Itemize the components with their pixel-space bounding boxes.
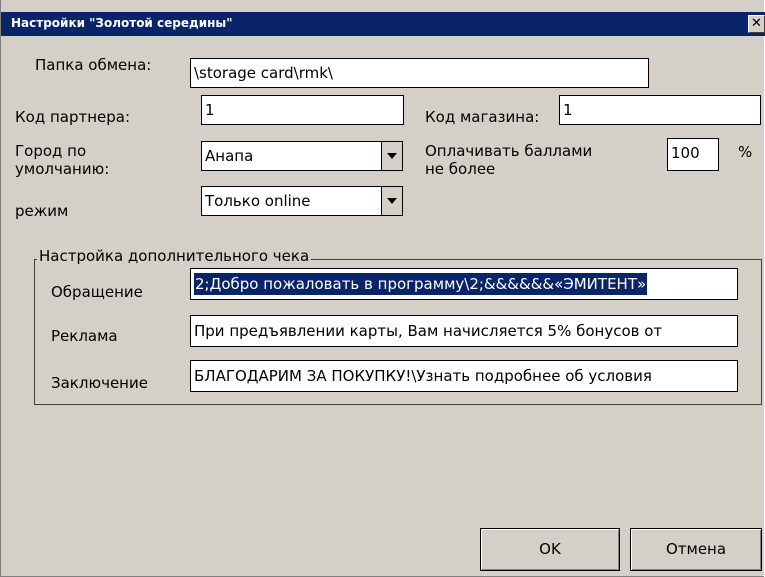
default-city-label-line1: Город по xyxy=(15,142,87,160)
exchange-folder-input[interactable]: \storage card\rmk\ xyxy=(190,58,649,88)
greeting-input[interactable]: 2;Добро пожаловать в программу\2;&&&&&&«… xyxy=(190,268,738,300)
default-city-select[interactable]: Анапа xyxy=(201,141,403,171)
chevron-down-icon[interactable] xyxy=(381,187,402,215)
closing-label: Заключение xyxy=(51,374,148,392)
store-code-input[interactable]: 1 xyxy=(559,95,761,125)
partner-code-input[interactable]: 1 xyxy=(201,95,404,125)
closing-input[interactable]: БЛАГОДАРИМ ЗА ПОКУПКУ!\Узнать подробнее … xyxy=(190,360,738,392)
mode-value: Только online xyxy=(205,192,311,210)
mode-select[interactable]: Только online xyxy=(201,186,403,216)
title-bar[interactable]: Настройки "Золотой середины" ✕ xyxy=(1,12,765,36)
close-button[interactable]: ✕ xyxy=(748,15,765,33)
default-city-label-line2: умолчанию: xyxy=(15,160,110,178)
store-code-label: Код магазина: xyxy=(425,108,540,126)
advert-input[interactable]: При предъявлении карты, Вам начисляется … xyxy=(190,315,738,347)
pay-points-label-line2: не более xyxy=(425,160,496,178)
cancel-button[interactable]: Отмена xyxy=(630,528,762,571)
exchange-folder-label: Папка обмена: xyxy=(35,56,152,74)
mode-label: режим xyxy=(15,202,69,220)
close-icon: ✕ xyxy=(751,16,762,31)
window-title: Настройки "Золотой середины" xyxy=(11,16,233,30)
ok-button[interactable]: OK xyxy=(480,528,620,571)
chevron-down-icon[interactable] xyxy=(381,142,402,170)
advert-label: Реклама xyxy=(51,327,118,345)
extra-receipt-group-label: Настройка дополнительного чека xyxy=(37,247,312,265)
percent-sign: % xyxy=(738,143,753,161)
greeting-label: Обращение xyxy=(51,283,143,301)
partner-code-label: Код партнера: xyxy=(15,108,131,126)
settings-dialog: Настройки "Золотой середины" ✕ Папка обм… xyxy=(0,0,765,577)
greeting-selected-text: 2;Добро пожаловать в программу\2;&&&&&&«… xyxy=(194,273,648,295)
pay-points-input[interactable]: 100 xyxy=(667,138,719,171)
pay-points-label-line1: Оплачивать баллами xyxy=(425,142,593,160)
default-city-value: Анапа xyxy=(205,147,254,165)
